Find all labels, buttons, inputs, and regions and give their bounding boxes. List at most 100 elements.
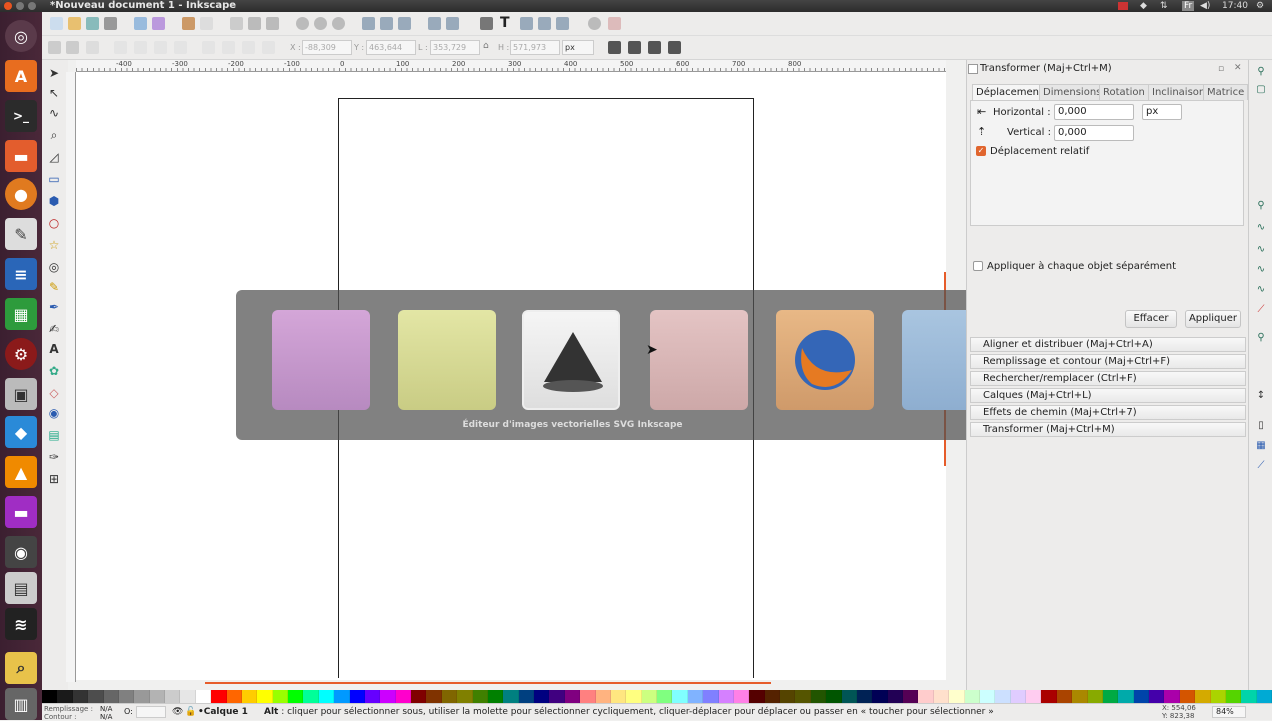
color-swatch[interactable] xyxy=(1149,690,1165,703)
raise-top-icon[interactable] xyxy=(262,41,275,54)
color-swatch[interactable] xyxy=(334,690,350,703)
color-swatch[interactable] xyxy=(1256,690,1272,703)
color-swatch[interactable] xyxy=(364,690,381,703)
export-icon[interactable] xyxy=(152,17,165,30)
color-swatch[interactable] xyxy=(88,690,104,703)
color-swatch[interactable] xyxy=(1241,690,1257,703)
file-cabinet-icon[interactable] xyxy=(650,310,748,410)
color-swatch[interactable] xyxy=(1102,690,1119,703)
deselect-icon[interactable] xyxy=(86,41,99,54)
color-swatch[interactable] xyxy=(165,690,181,703)
network-icon[interactable]: ⇅ xyxy=(1160,0,1168,12)
rotate-cw-icon[interactable] xyxy=(134,41,147,54)
color-swatch[interactable] xyxy=(564,690,581,703)
color-swatch[interactable] xyxy=(595,690,611,703)
width-input[interactable]: 353,729 xyxy=(430,40,480,55)
zoom-input[interactable]: 84% xyxy=(1212,706,1246,718)
zoom-selection-icon[interactable] xyxy=(296,17,309,30)
ellipse-tool-icon[interactable]: ○ xyxy=(47,216,61,230)
screenshot-icon[interactable]: ▣ xyxy=(5,378,37,410)
snap-paths-icon[interactable]: ∿ xyxy=(1255,222,1267,234)
settings-icon[interactable]: ⚙ xyxy=(5,338,37,370)
node-tool-icon[interactable]: ↖ xyxy=(47,86,61,100)
color-swatch[interactable] xyxy=(872,690,888,703)
opacity-input[interactable] xyxy=(136,706,166,718)
color-swatch[interactable] xyxy=(841,690,857,703)
text-font-icon[interactable]: T xyxy=(500,15,510,31)
rectangle-tool-icon[interactable]: ▭ xyxy=(47,172,61,186)
color-swatch[interactable] xyxy=(487,690,504,703)
color-swatch[interactable] xyxy=(1026,690,1042,703)
tab-rotation[interactable]: Rotation xyxy=(1099,84,1149,100)
calc-icon[interactable]: ▦ xyxy=(5,298,37,330)
color-swatch[interactable] xyxy=(1087,690,1103,703)
ungroup-icon[interactable] xyxy=(446,17,459,30)
zoom-tool-icon[interactable]: ⌕ xyxy=(47,128,61,142)
y-input[interactable]: 463,644 xyxy=(366,40,416,55)
document-properties-icon[interactable] xyxy=(608,17,621,30)
color-swatch[interactable] xyxy=(1010,690,1026,703)
lock-ratio-icon[interactable]: ⌂ xyxy=(483,41,489,51)
color-swatch[interactable] xyxy=(426,690,442,703)
paint-bucket-tool-icon[interactable]: ◉ xyxy=(47,406,61,420)
color-swatch[interactable] xyxy=(903,690,919,703)
image-viewer-icon[interactable]: ⌕ xyxy=(5,652,37,684)
dialog-layers[interactable]: Calques (Maj+Ctrl+L) xyxy=(970,388,1246,403)
snap-smooth-icon[interactable]: ∿ xyxy=(1255,284,1267,296)
select-all-layers-icon[interactable] xyxy=(66,41,79,54)
clear-button[interactable]: Effacer xyxy=(1125,310,1177,328)
cut-icon[interactable] xyxy=(248,17,261,30)
lower-icon[interactable] xyxy=(222,41,235,54)
color-swatch[interactable] xyxy=(195,690,212,703)
minimize-window-button[interactable] xyxy=(16,2,24,10)
unlink-clone-icon[interactable] xyxy=(398,17,411,30)
close-window-button[interactable] xyxy=(4,2,12,10)
color-swatch[interactable] xyxy=(580,690,596,703)
lower-bottom-icon[interactable] xyxy=(202,41,215,54)
color-swatch[interactable] xyxy=(226,690,242,703)
color-swatch[interactable] xyxy=(411,690,427,703)
color-swatch[interactable] xyxy=(703,690,719,703)
color-swatch[interactable] xyxy=(1072,690,1088,703)
color-swatch[interactable] xyxy=(241,690,258,703)
pen-tool-icon[interactable]: ✒ xyxy=(47,300,61,314)
record-indicator-icon[interactable] xyxy=(1118,2,1128,10)
files-icon[interactable]: ▬ xyxy=(5,140,37,172)
new-document-icon[interactable] xyxy=(50,17,63,30)
color-swatch[interactable] xyxy=(979,690,996,703)
snap-midpoints-icon[interactable]: ⟋ xyxy=(1255,304,1267,316)
color-swatch[interactable] xyxy=(1041,690,1057,703)
dialog-find-replace[interactable]: Rechercher/remplacer (Ctrl+F) xyxy=(970,371,1246,386)
color-swatch[interactable] xyxy=(1179,690,1196,703)
color-swatch[interactable] xyxy=(672,690,688,703)
firefox-icon[interactable]: ● xyxy=(5,178,37,210)
snap-grid-icon[interactable]: ▦ xyxy=(1255,440,1267,452)
impress-icon[interactable]: ▬ xyxy=(5,496,37,528)
flip-vertical-icon[interactable] xyxy=(174,41,187,54)
color-swatch[interactable] xyxy=(472,690,488,703)
snap-page-icon[interactable]: ▯ xyxy=(1255,420,1267,432)
layer-lock-icon[interactable]: 🔓 xyxy=(185,704,196,720)
color-swatch[interactable] xyxy=(1164,690,1180,703)
paste-icon[interactable] xyxy=(266,17,279,30)
color-swatch[interactable] xyxy=(42,690,58,703)
snap-nodes-icon[interactable]: ⚲ xyxy=(1255,200,1267,212)
color-swatch[interactable] xyxy=(626,690,642,703)
clone-icon[interactable] xyxy=(380,17,393,30)
duplicate-icon[interactable] xyxy=(362,17,375,30)
color-swatch[interactable] xyxy=(103,690,119,703)
move-gradients-icon[interactable] xyxy=(648,41,661,54)
dropbox-icon[interactable]: ◆ xyxy=(5,416,37,448)
color-swatch[interactable] xyxy=(687,690,704,703)
color-swatch[interactable] xyxy=(1133,690,1149,703)
measure-tool-icon[interactable]: ◿ xyxy=(47,150,61,164)
gradient-tool-icon[interactable]: ▤ xyxy=(47,428,61,442)
color-swatch[interactable] xyxy=(749,690,765,703)
color-swatch[interactable] xyxy=(503,690,519,703)
color-swatch[interactable] xyxy=(733,690,750,703)
eraser-tool-icon[interactable]: ◇ xyxy=(47,386,61,400)
zoom-drawing-icon[interactable] xyxy=(314,17,327,30)
dock-close-icon[interactable]: ✕ xyxy=(1234,63,1242,73)
software-center-icon[interactable]: A xyxy=(5,60,37,92)
apply-separately-checkbox[interactable] xyxy=(973,261,983,271)
